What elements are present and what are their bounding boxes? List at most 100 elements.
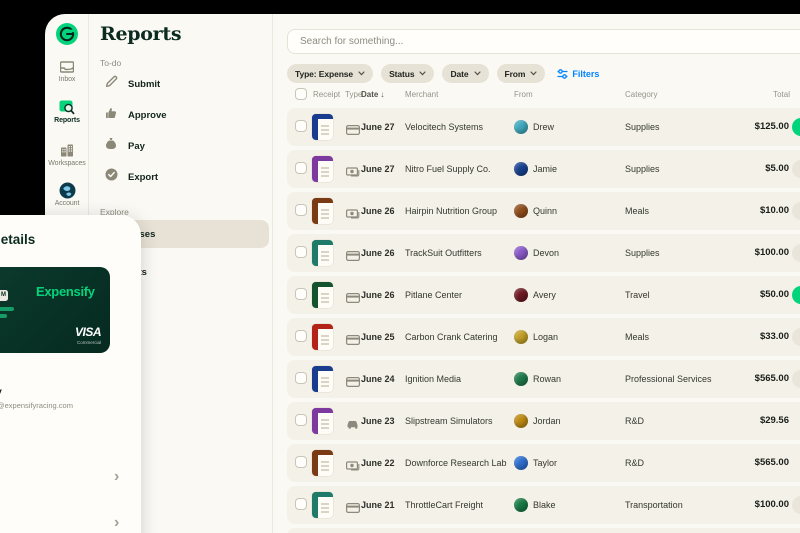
table-row[interactable]: June 25Carbon Crank CateringLoganMeals$3… xyxy=(287,318,800,356)
table-row[interactable]: June 22Downforce Research LabTaylorR&D$5… xyxy=(287,444,800,482)
search-input[interactable] xyxy=(288,30,800,53)
column-header-receipt[interactable]: Receipt xyxy=(313,90,340,99)
row-checkbox[interactable] xyxy=(295,414,307,426)
row-checkbox[interactable] xyxy=(295,162,307,174)
table-row[interactable]: June 27Velocitech SystemsDrewSupplies$12… xyxy=(287,108,800,146)
row-action-button[interactable] xyxy=(792,286,800,304)
row-checkbox[interactable] xyxy=(295,246,307,258)
table-row[interactable]: June 21ThrottleCart FreightBlakeTranspor… xyxy=(287,486,800,524)
row-action-button[interactable] xyxy=(792,496,800,514)
row-action-button[interactable] xyxy=(792,160,800,178)
row-total: $100.00 xyxy=(755,499,789,510)
todo-item-pay[interactable]: Pay xyxy=(105,138,145,154)
receipt-line xyxy=(321,217,329,219)
row-checkbox[interactable] xyxy=(295,498,307,510)
table-row[interactable]: June 23Slipstream SimulatorsJordanR&D$29… xyxy=(287,402,800,440)
column-header-type[interactable]: Type xyxy=(345,90,362,99)
column-header-total[interactable]: Total xyxy=(714,90,790,99)
row-merchant: TrackSuit Outfitters xyxy=(405,248,482,258)
receipt-line xyxy=(321,339,329,341)
column-header-merchant[interactable]: Merchant xyxy=(405,90,438,99)
column-header-label: Receipt xyxy=(313,90,340,99)
row-checkbox[interactable] xyxy=(295,456,307,468)
rail-item-reports[interactable]: Reports xyxy=(45,100,89,124)
filter-chip-from[interactable]: From xyxy=(497,64,546,83)
receipt-line xyxy=(321,213,329,215)
table-row[interactable]: June 26TrackSuit OutfittersDevonSupplies… xyxy=(287,234,800,272)
receipt-thumbnail xyxy=(312,156,333,182)
chevron-right-icon[interactable]: › xyxy=(114,515,119,531)
row-total: $125.00 xyxy=(755,121,789,132)
row-total: $33.00 xyxy=(760,331,789,342)
main-content: Type: ExpenseStatusDateFromFilters Recei… xyxy=(274,14,800,533)
todo-item-label: Export xyxy=(128,172,158,183)
receipt-color-edge xyxy=(312,324,333,329)
receipt-line xyxy=(321,175,329,177)
row-checkbox[interactable] xyxy=(295,120,307,132)
filter-chip-date[interactable]: Date xyxy=(442,64,488,83)
card-badge: M xyxy=(0,290,8,301)
todo-item-export[interactable]: Export xyxy=(105,169,158,185)
filter-chip-label: From xyxy=(505,69,526,79)
receipt-line xyxy=(321,385,329,387)
column-header-category[interactable]: Category xyxy=(625,90,657,99)
row-action-button[interactable] xyxy=(792,202,800,220)
row-category: Transportation xyxy=(625,500,683,510)
row-checkbox[interactable] xyxy=(295,372,307,384)
chevron-right-icon[interactable]: › xyxy=(114,469,119,485)
receipt-thumbnail xyxy=(312,240,333,266)
table-row[interactable]: June 24Ignition MediaRowanProfessional S… xyxy=(287,360,800,398)
expensify-card-image: M Expensify VISA Commercial xyxy=(0,267,110,353)
todo-item-label: Submit xyxy=(128,79,160,90)
row-merchant: ThrottleCart Freight xyxy=(405,500,483,510)
row-checkbox[interactable] xyxy=(295,204,307,216)
row-date: June 26 xyxy=(361,248,395,258)
receipt-line xyxy=(321,423,329,425)
car-type-icon xyxy=(346,416,360,434)
select-all-checkbox[interactable] xyxy=(295,88,307,100)
column-header-label: From xyxy=(514,90,533,99)
todo-item-submit[interactable]: Submit xyxy=(105,76,160,92)
filters-icon xyxy=(557,69,568,79)
receipt-line xyxy=(321,377,329,379)
filter-chip-type-expense[interactable]: Type: Expense xyxy=(287,64,373,83)
row-total: $10.00 xyxy=(760,205,789,216)
row-action-button[interactable] xyxy=(792,118,800,136)
row-checkbox[interactable] xyxy=(295,288,307,300)
card-type-icon xyxy=(346,374,360,392)
card-details-title: Card details xyxy=(0,232,35,247)
row-category: Travel xyxy=(625,290,650,300)
receipt-line xyxy=(321,297,329,299)
todo-item-approve[interactable]: Approve xyxy=(105,107,167,123)
receipt-line xyxy=(321,259,329,261)
app-window: InboxReportsWorkspacesAccount Reports To… xyxy=(45,14,800,533)
receipt-thumbnail xyxy=(312,282,333,308)
table-row[interactable]: June 26Pitlane CenterAveryTravel$50.00 xyxy=(287,276,800,314)
rail-item-label: Inbox xyxy=(45,76,89,83)
row-action-button[interactable] xyxy=(792,370,800,388)
receipt-thumbnail xyxy=(312,324,333,350)
row-category: Supplies xyxy=(625,248,660,258)
rail-item-label: Reports xyxy=(45,117,89,124)
filter-chip-status[interactable]: Status xyxy=(381,64,434,83)
column-header-date[interactable]: Date↓ xyxy=(361,90,384,99)
row-merchant: Ignition Media xyxy=(405,374,461,384)
cash-type-icon xyxy=(346,206,360,224)
row-date: June 27 xyxy=(361,164,395,174)
table-row[interactable]: June 27Nitro Fuel Supply Co.JamieSupplie… xyxy=(287,150,800,188)
receipt-line xyxy=(321,209,329,211)
rail-item-workspaces[interactable]: Workspaces xyxy=(45,143,89,167)
rail-item-inbox[interactable]: Inbox xyxy=(45,59,89,83)
search-bar[interactable] xyxy=(287,29,800,54)
pencil-icon xyxy=(105,75,119,93)
row-action-button[interactable] xyxy=(792,244,800,262)
rail-item-account[interactable]: Account xyxy=(45,183,89,207)
row-action-button[interactable] xyxy=(792,328,800,346)
column-header-from[interactable]: From xyxy=(514,90,533,99)
expensify-logo[interactable] xyxy=(56,23,78,45)
column-header-label: Date xyxy=(361,90,378,99)
row-checkbox[interactable] xyxy=(295,330,307,342)
filters-button[interactable]: Filters xyxy=(557,69,599,79)
table-row[interactable]: June 26Hairpin Nutrition GroupQuinnMeals… xyxy=(287,192,800,230)
receipt-color-edge xyxy=(312,492,333,497)
